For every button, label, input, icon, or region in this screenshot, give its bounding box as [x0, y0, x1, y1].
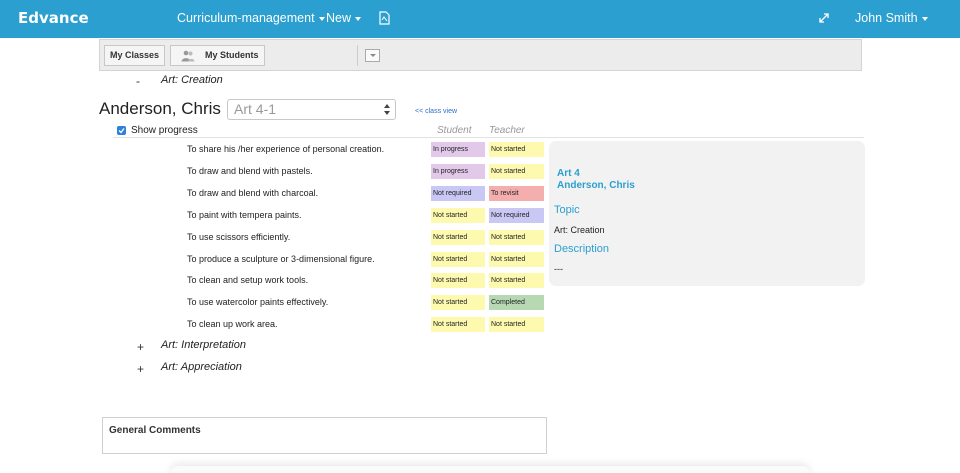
class-view-link[interactable]: << class view: [415, 108, 457, 115]
new-label: New: [326, 11, 352, 25]
student-status-badge[interactable]: Not started: [431, 273, 485, 288]
caret-down-icon: [921, 16, 928, 21]
teacher-status-badge[interactable]: Not required: [489, 208, 544, 223]
topic-interpretation-label[interactable]: Art: Interpretation: [161, 339, 246, 351]
teacher-status-badge[interactable]: To revisit: [489, 186, 544, 201]
expand-topic-toggle[interactable]: +: [137, 362, 144, 376]
goal-text: To use scissors efficiently.: [187, 232, 291, 242]
students-icon: [181, 50, 195, 62]
info-topic-heading: Topic: [554, 204, 580, 216]
info-description-value: ---: [554, 264, 563, 274]
student-status-badge[interactable]: In progress: [431, 142, 485, 157]
goal-text: To draw and blend with pastels.: [187, 166, 313, 176]
goal-text: To clean and setup work tools.: [187, 275, 309, 285]
goal-text: To produce a sculpture or 3-dimensional …: [187, 254, 375, 264]
info-course-title: Art 4: [557, 168, 580, 179]
teacher-status-badge[interactable]: Not started: [489, 252, 544, 267]
student-column-header: Student: [437, 125, 472, 136]
teacher-column-header: Teacher: [489, 125, 525, 136]
class-select[interactable]: Art 4-1: [227, 99, 396, 120]
teacher-status-badge[interactable]: Not started: [489, 230, 544, 245]
info-description-heading: Description: [554, 243, 610, 255]
student-status-badge[interactable]: Not required: [431, 186, 485, 201]
general-comments-title: General Comments: [109, 425, 201, 436]
goal-text: To clean up work area.: [187, 319, 278, 329]
info-panel: Art 4 Anderson, Chris Topic Art: Creatio…: [549, 141, 865, 286]
topic-appreciation-label[interactable]: Art: Appreciation: [161, 361, 242, 373]
info-topic-value: Art: Creation: [554, 225, 605, 235]
top-navbar: Edvance Curriculum-management New John S…: [0, 0, 960, 38]
students-dropdown-toggle[interactable]: [365, 49, 380, 62]
curriculum-management-label: Curriculum-management: [177, 11, 315, 25]
topic-creation-label: Art: Creation: [161, 74, 223, 86]
class-select-value: Art 4-1: [234, 101, 277, 117]
goal-text: To share his /her experience of personal…: [187, 144, 385, 154]
new-menu[interactable]: New: [326, 11, 362, 25]
goal-text: To paint with tempera paints.: [187, 210, 302, 220]
select-arrows-icon: [384, 104, 390, 115]
student-status-badge[interactable]: Not started: [431, 317, 485, 332]
general-comments-box[interactable]: General Comments: [102, 417, 547, 454]
expand-icon[interactable]: [818, 12, 830, 24]
teacher-status-badge[interactable]: Not started: [489, 273, 544, 288]
my-students-label: My Students: [205, 50, 259, 60]
teacher-status-badge[interactable]: Not started: [489, 164, 544, 179]
expand-topic-toggle[interactable]: +: [137, 340, 144, 354]
my-classes-button[interactable]: My Classes: [104, 45, 166, 66]
checkmark-icon: [118, 128, 125, 134]
bottom-panel-edge: [170, 466, 810, 473]
show-progress-label: Show progress: [131, 125, 198, 136]
student-status-badge[interactable]: Not started: [431, 208, 485, 223]
caret-down-icon: [355, 16, 362, 21]
show-progress-checkbox[interactable]: [117, 126, 126, 135]
teacher-status-badge[interactable]: Not started: [489, 142, 544, 157]
toolbar-divider: [357, 45, 358, 66]
chevron-down-icon: [370, 54, 376, 57]
student-status-badge[interactable]: In progress: [431, 164, 485, 179]
user-menu[interactable]: John Smith: [855, 11, 928, 25]
goal-text: To draw and blend with charcoal.: [187, 188, 319, 198]
header-divider: [113, 137, 864, 138]
document-icon[interactable]: [379, 11, 390, 25]
student-status-badge[interactable]: Not started: [431, 295, 485, 310]
student-name-heading: Anderson, Chris :: [99, 99, 231, 118]
teacher-status-badge[interactable]: Completed: [489, 295, 544, 310]
my-students-button[interactable]: My Students: [170, 45, 265, 66]
goal-text: To use watercolor paints effectively.: [187, 297, 329, 307]
student-status-badge[interactable]: Not started: [431, 252, 485, 267]
teacher-status-badge[interactable]: Not started: [489, 317, 544, 332]
info-student-title: Anderson, Chris: [557, 180, 635, 191]
brand-logo[interactable]: Edvance: [18, 9, 89, 27]
collapse-topic-toggle[interactable]: -: [136, 74, 140, 88]
student-status-badge[interactable]: Not started: [431, 230, 485, 245]
curriculum-management-menu[interactable]: Curriculum-management: [177, 11, 325, 25]
sub-toolbar: My Classes My Students: [99, 39, 862, 71]
caret-down-icon: [318, 16, 325, 21]
user-name: John Smith: [855, 11, 918, 25]
